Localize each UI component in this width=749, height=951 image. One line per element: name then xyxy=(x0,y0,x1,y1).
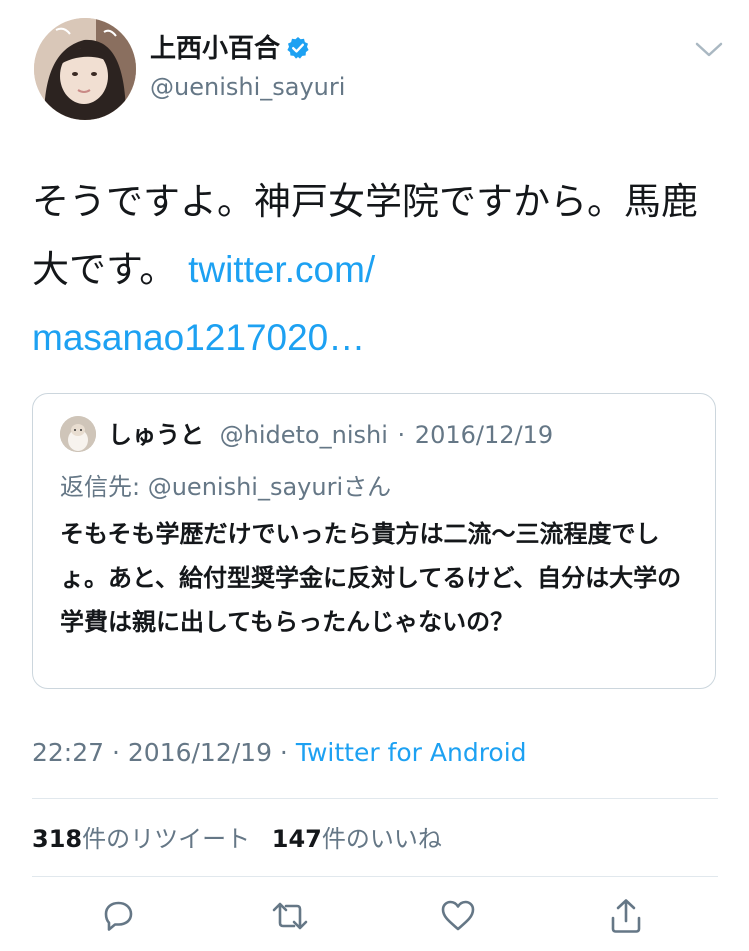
reply-handle: @uenishi_sayuri xyxy=(147,473,344,501)
like-stat[interactable]: 147件のいいね xyxy=(272,825,442,853)
divider xyxy=(32,798,718,799)
retweet-label: 件のリツイート xyxy=(82,825,251,853)
quoted-avatar xyxy=(60,416,96,452)
meta-separator: · xyxy=(104,738,128,767)
meta-separator: · xyxy=(271,738,296,767)
like-count: 147 xyxy=(271,825,322,853)
like-label: 件のいいね xyxy=(321,825,442,853)
tweet-date: 2016/12/19 xyxy=(127,738,272,767)
quoted-reply-to: 返信先: @uenishi_sayuriさん xyxy=(60,470,391,504)
retweet-stat[interactable]: 318件のリツイート xyxy=(32,825,250,853)
verified-badge-icon xyxy=(286,36,310,60)
tweet-link-part2: masanao1217020… xyxy=(32,317,366,358)
quoted-date: 2016/12/19 xyxy=(414,421,554,449)
reply-suffix: さん xyxy=(343,473,392,501)
user-handle[interactable]: @uenishi_sayuri xyxy=(150,72,345,102)
quoted-tweet-text: そもそも学歴だけでいったら貴方は二流〜三流程度でしょ。あと、給付型奨学金に反対し… xyxy=(60,520,682,636)
quoted-separator: · xyxy=(397,421,406,449)
avatar-image xyxy=(34,18,136,120)
retweet-icon[interactable] xyxy=(270,896,310,936)
tweet-time: 22:27 xyxy=(32,738,105,767)
tweet-text: そうですよ。神戸女学院ですから。馬鹿大です。 twitter.com/masan… xyxy=(32,168,722,372)
tweet-client-link[interactable]: Twitter for Android xyxy=(296,738,527,767)
tweet-meta: 22:27 · 2016/12/19 · Twitter for Android xyxy=(32,734,527,772)
tweet-stats: 318件のリツイート 147件のいいね xyxy=(32,820,442,858)
tweet-link-part1: twitter.com/ xyxy=(188,249,376,290)
quoted-header: しゅうと @hideto_nishi · 2016/12/19 xyxy=(108,418,553,452)
chevron-down-icon[interactable] xyxy=(694,38,724,60)
like-icon[interactable] xyxy=(438,896,478,936)
reply-icon[interactable] xyxy=(98,896,138,936)
retweet-count: 318 xyxy=(32,825,83,853)
divider xyxy=(32,876,718,877)
reply-prefix: 返信先: xyxy=(60,473,148,501)
quoted-display-name: しゅうと xyxy=(108,421,204,449)
share-icon[interactable] xyxy=(606,896,646,936)
display-name[interactable]: 上西小百合 xyxy=(150,34,310,64)
avatar[interactable] xyxy=(34,18,136,120)
quoted-handle: @hideto_nishi xyxy=(219,421,388,449)
display-name-text: 上西小百合 xyxy=(150,34,281,64)
